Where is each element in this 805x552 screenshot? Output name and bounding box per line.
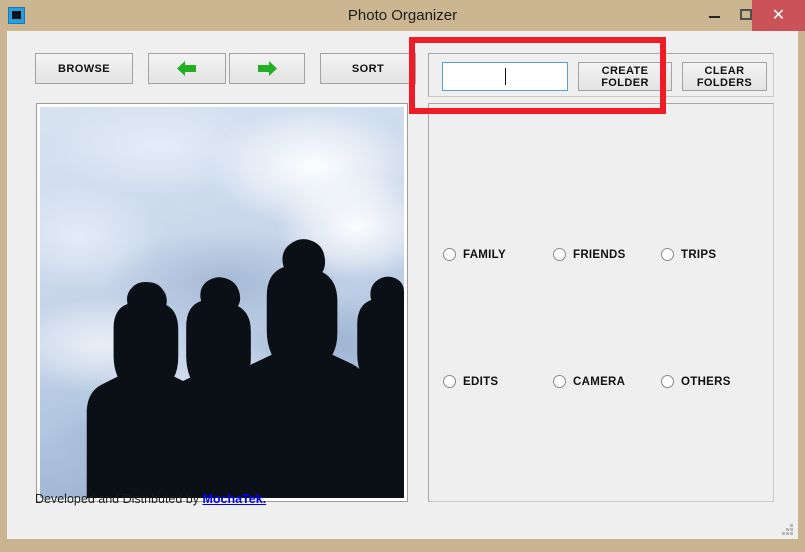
arrow-left-icon [149, 60, 225, 77]
radio-label: CAMERA [573, 375, 626, 388]
close-icon: ✕ [771, 7, 786, 24]
radio-icon [661, 248, 674, 261]
radio-icon [553, 375, 566, 388]
photo-preview-panel[interactable] [36, 103, 408, 502]
radio-option-edits[interactable]: EDITS [443, 375, 498, 388]
radio-option-family[interactable]: FAMILY [443, 248, 506, 261]
radio-option-trips[interactable]: TRIPS [661, 248, 716, 261]
create-folder-button[interactable]: CREATE FOLDER [578, 62, 672, 91]
close-button[interactable]: ✕ [752, 0, 805, 31]
radio-option-others[interactable]: OTHERS [661, 375, 731, 388]
resize-grip[interactable] [781, 523, 794, 536]
radio-icon [443, 248, 456, 261]
clear-folders-button[interactable]: CLEAR FOLDERS [682, 62, 767, 91]
text-cursor [505, 68, 506, 85]
window-title: Photo Organizer [347, 7, 458, 24]
radio-icon [661, 375, 674, 388]
mochatek-link[interactable]: MochaTek. [202, 492, 266, 506]
client-area: BROWSE SORT CREATE FOLDER CLEAR FOLDERS [7, 31, 798, 539]
radio-label: EDITS [463, 375, 499, 388]
minimize-icon [700, 3, 728, 25]
folders-panel: FAMILY FRIENDS TRIPS EDITS CAMERA OTHERS [428, 103, 774, 502]
arrow-right-icon [230, 60, 304, 77]
photo-preview-image [40, 107, 404, 498]
radio-label: OTHERS [681, 375, 731, 388]
title-bar: Photo Organizer ✕ [0, 0, 805, 31]
next-photo-button[interactable] [229, 53, 305, 84]
radio-label: FAMILY [463, 248, 506, 261]
browse-button[interactable]: BROWSE [35, 53, 133, 84]
folder-controls-group: CREATE FOLDER CLEAR FOLDERS [428, 53, 774, 97]
application-window: Photo Organizer ✕ BROWSE SORT CREATE FOL… [0, 0, 805, 552]
radio-label: FRIENDS [573, 248, 626, 261]
radio-icon [553, 248, 566, 261]
radio-option-friends[interactable]: FRIENDS [553, 248, 626, 261]
radio-option-camera[interactable]: CAMERA [553, 375, 625, 388]
minimize-button[interactable] [700, 3, 728, 25]
radio-icon [443, 375, 456, 388]
footer-credit-text: Developed and Distributed by [35, 492, 203, 506]
previous-photo-button[interactable] [148, 53, 226, 84]
radio-label: TRIPS [681, 248, 717, 261]
footer-credit: Developed and Distributed by MochaTek. [35, 492, 266, 506]
sort-button[interactable]: SORT [320, 53, 416, 84]
